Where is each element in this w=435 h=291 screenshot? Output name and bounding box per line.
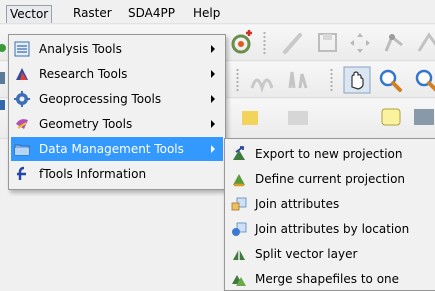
menu-item-label: Research Tools — [39, 67, 128, 81]
menu-item-label: Analysis Tools — [39, 42, 122, 56]
menu-item-analysis-tools[interactable]: Analysis Tools — [11, 37, 223, 61]
menubar: Vector Raster SDA4PP Help — [0, 0, 435, 24]
zoom-out-icon[interactable] — [410, 66, 435, 94]
map-tips-icon[interactable] — [410, 105, 435, 133]
menu-raster[interactable]: Raster — [70, 5, 115, 23]
submenu-arrow-icon — [211, 95, 215, 103]
menu-item-label: Join attributes — [255, 197, 340, 211]
add-feature-icon[interactable] — [228, 29, 256, 57]
menu-item-geometry-tools[interactable]: Geometry Tools — [11, 112, 223, 136]
menu-item-data-management-tools[interactable]: Data Management Tools — [11, 137, 223, 161]
submenu-arrow-icon — [211, 120, 215, 128]
menu-item-label: Define current projection — [255, 172, 406, 186]
data-management-submenu: Export to new projection Define current … — [224, 138, 435, 291]
menu-sda4pp[interactable]: SDA4PP — [125, 5, 178, 23]
split-layer-icon — [233, 249, 245, 260]
menu-item-research-tools[interactable]: Research Tools — [11, 62, 223, 86]
submenu-arrow-icon — [211, 45, 215, 53]
zoom-in-icon[interactable] — [376, 66, 404, 94]
geoprocessing-gear-icon — [14, 91, 30, 107]
menu-item-join-attributes-by-location[interactable]: Join attributes by location — [227, 217, 433, 241]
export-projection-icon — [233, 146, 245, 160]
edit-pencil-icon[interactable] — [280, 29, 308, 57]
menu-item-label: Data Management Tools — [39, 142, 184, 156]
digitize-icon[interactable] — [415, 29, 435, 57]
hidden-toolbar-edge — [0, 44, 6, 110]
menu-item-define-current-projection[interactable]: Define current projection — [227, 167, 433, 191]
menu-vector[interactable]: Vector — [6, 5, 53, 23]
identify-layers-icon[interactable] — [248, 66, 276, 94]
pan-hand-icon[interactable] — [343, 66, 371, 94]
menu-item-label: Export to new projection — [255, 147, 403, 161]
join-by-location-icon — [232, 222, 247, 236]
menu-item-label: Geometry Tools — [39, 117, 133, 131]
menu-item-label: Join attributes by location — [255, 222, 410, 236]
merge-shapefiles-icon — [232, 275, 246, 286]
menu-help[interactable]: Help — [190, 5, 223, 23]
toolbar-grip[interactable] — [330, 68, 333, 92]
join-attributes-icon — [231, 197, 247, 211]
vector-menu: Analysis Tools Research Tools Geoprocess… — [8, 34, 226, 190]
menu-item-label: Geoprocessing Tools — [39, 92, 162, 106]
menu-item-label: Split vector layer — [255, 247, 358, 261]
menu-item-ftools-information[interactable]: fTools Information — [11, 162, 223, 186]
move-feature-icon[interactable] — [346, 29, 374, 57]
menu-item-merge-shapefiles-to-one[interactable]: Merge shapefiles to one — [227, 267, 433, 291]
toolbar-grip[interactable] — [236, 68, 239, 92]
ftools-info-icon — [17, 166, 26, 180]
save-edits-icon[interactable] — [314, 29, 342, 57]
select-feature-icon[interactable] — [236, 105, 264, 133]
submenu-arrow-icon — [211, 145, 215, 153]
data-management-folder-icon — [14, 144, 30, 156]
define-projection-icon — [233, 174, 245, 187]
menu-item-join-attributes[interactable]: Join attributes — [227, 192, 433, 216]
analysis-tools-icon — [14, 41, 30, 57]
annotation-icon[interactable] — [378, 105, 406, 133]
menu-item-label: Merge shapefiles to one — [255, 272, 400, 286]
research-tools-icon — [16, 68, 28, 80]
menu-item-export-to-new-projection[interactable]: Export to new projection — [227, 142, 433, 166]
menu-item-split-vector-layer[interactable]: Split vector layer — [227, 242, 433, 266]
menu-item-label: fTools Information — [39, 167, 147, 181]
toolbar-grip[interactable] — [263, 31, 266, 55]
menu-item-geoprocessing-tools[interactable]: Geoprocessing Tools — [11, 87, 223, 111]
node-tool-icon[interactable] — [380, 29, 408, 57]
geometry-tools-icon — [16, 119, 28, 129]
attribute-table-icon[interactable] — [284, 105, 312, 133]
measure-profile-icon[interactable] — [284, 66, 312, 94]
submenu-arrow-icon — [211, 70, 215, 78]
